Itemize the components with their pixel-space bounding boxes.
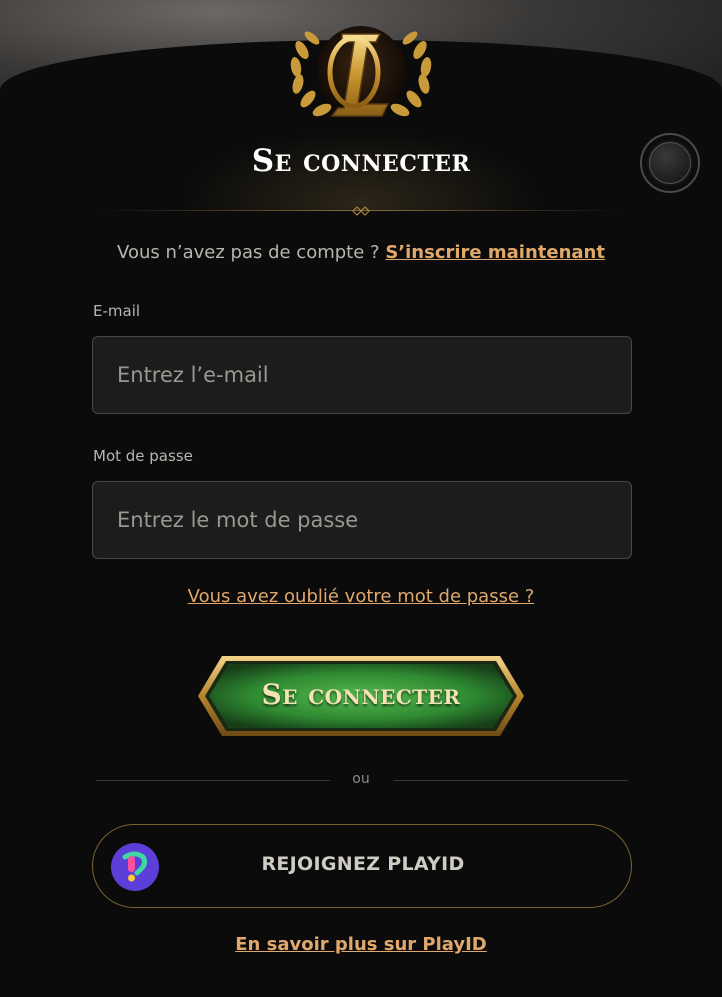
email-field[interactable] [93,337,631,413]
playid-join-button[interactable]: REJOIGNEZ PLAYID [92,824,632,908]
signup-link[interactable]: S’inscrire maintenant [385,242,605,263]
page-title: Se connecter [251,143,471,179]
forgot-password-row: Vous avez oublié votre mot de passe ? [0,586,722,607]
password-field-container [92,481,632,559]
password-label: Mot de passe [93,447,193,465]
separator-text: ou [352,771,370,787]
diamond-ornament-icon [352,206,370,216]
email-field-container [92,336,632,414]
signup-prompt-text: Vous n’avez pas de compte ? [117,242,386,263]
playid-learn-more-link[interactable]: En savoir plus sur PlayID [235,934,487,955]
login-submit-button[interactable]: Se connecter [196,654,526,738]
game-logo [284,12,438,122]
email-label: E-mail [93,302,141,320]
learn-more-row: En savoir plus sur PlayID [0,934,722,955]
playid-join-label: REJOIGNEZ PLAYID [261,853,465,875]
password-field[interactable] [93,482,631,558]
login-submit-label: Se connecter [261,678,461,711]
signup-prompt: Vous n’avez pas de compte ? S’inscrire m… [0,242,722,263]
forgot-password-link[interactable]: Vous avez oublié votre mot de passe ? [188,586,535,607]
